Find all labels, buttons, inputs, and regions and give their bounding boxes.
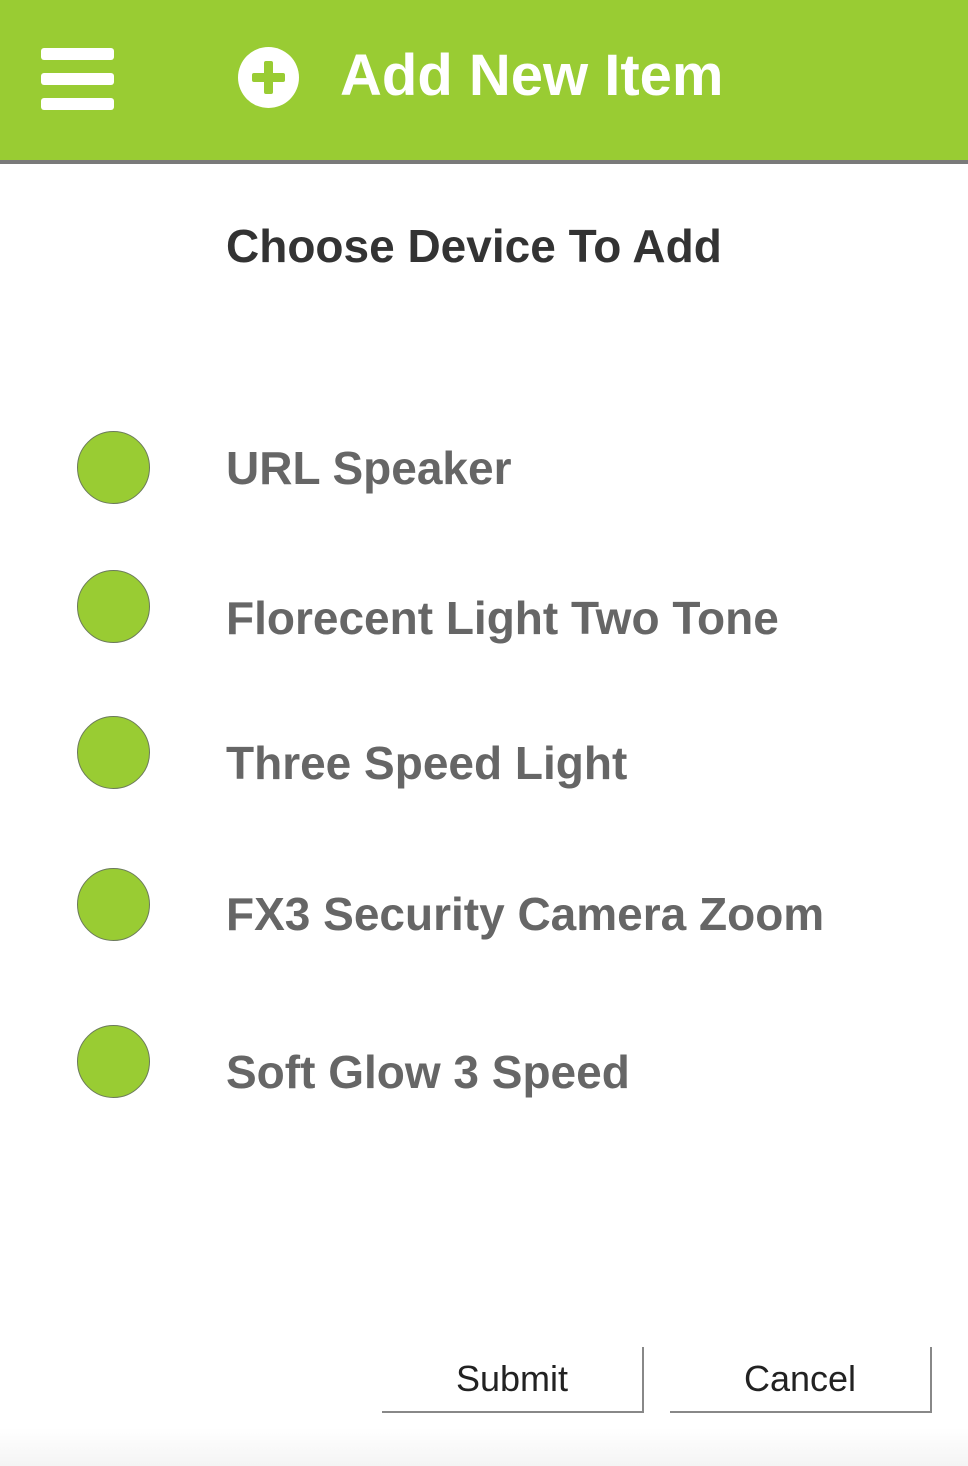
device-option-url-speaker[interactable]: URL Speaker [0,431,968,511]
plus-circle-icon [238,47,299,108]
device-option-label: FX3 Security Camera Zoom [226,888,825,940]
device-option-three-speed-light[interactable]: Three Speed Light [0,716,968,796]
device-option-label: URL Speaker [226,442,512,494]
device-option-label: Three Speed Light [226,737,628,789]
page-title: Add New Item [340,43,724,108]
device-radio-button[interactable] [77,868,150,941]
bottom-shadow [0,1428,968,1466]
device-option-soft-glow[interactable]: Soft Glow 3 Speed [0,1025,968,1105]
device-radio-button[interactable] [77,570,150,643]
device-radio-button[interactable] [77,1025,150,1098]
hamburger-menu-icon[interactable] [41,48,114,110]
section-title: Choose Device To Add [226,220,722,272]
device-radio-button[interactable] [77,716,150,789]
cancel-button[interactable]: Cancel [670,1347,932,1413]
device-option-fx3-security-camera[interactable]: FX3 Security Camera Zoom [0,868,968,948]
device-option-label: Soft Glow 3 Speed [226,1046,630,1098]
device-radio-button[interactable] [77,431,150,504]
app-header: Add New Item [0,0,968,164]
device-option-label: Florecent Light Two Tone [226,592,779,644]
device-option-florecent-light[interactable]: Florecent Light Two Tone [0,570,968,650]
submit-button[interactable]: Submit [382,1347,644,1413]
add-item-screen: Add New Item Choose Device To Add URL Sp… [0,0,968,1466]
